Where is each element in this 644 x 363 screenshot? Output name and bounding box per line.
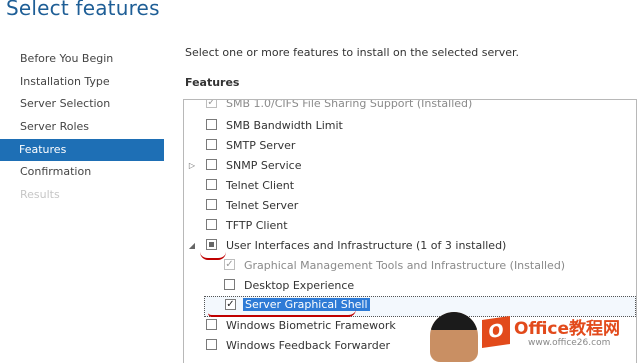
nav-item-results: Results [20, 188, 60, 202]
feature-label: Windows Biometric Framework [226, 319, 396, 332]
feature-row-desktop-experience[interactable]: Desktop Experience [184, 277, 624, 296]
nav-item-server-roles[interactable]: Server Roles [0, 116, 164, 139]
feature-label: SNMP Service [226, 159, 302, 172]
feature-checkbox[interactable] [206, 339, 217, 350]
feature-label: SMB Bandwidth Limit [226, 119, 343, 132]
feature-label: Windows Feedback Forwarder [226, 339, 391, 352]
feature-label: TFTP Client [226, 219, 288, 232]
feature-checkbox[interactable] [206, 179, 217, 190]
red-underline-annotation [208, 309, 356, 317]
nav-item-confirmation[interactable]: Confirmation [0, 161, 164, 184]
feature-row-tftp[interactable]: TFTP Client [184, 217, 624, 236]
feature-label: SMTP Server [226, 139, 296, 152]
watermark: O Office教程网 www.office26.com [430, 300, 644, 362]
feature-row-smb-bandwidth[interactable]: SMB Bandwidth Limit [184, 117, 624, 136]
feature-checkbox[interactable] [224, 279, 235, 290]
feature-row-user-interfaces[interactable]: ◢ User Interfaces and Infrastructure (1 … [184, 237, 624, 256]
feature-checkbox[interactable] [206, 159, 217, 170]
feature-checkbox[interactable] [206, 199, 217, 210]
person-photo [430, 312, 478, 362]
instruction-text: Select one or more features to install o… [185, 46, 520, 59]
page-title: Select features [6, 0, 160, 20]
feature-label: SMB 1.0/CIFS File Sharing Support (Insta… [226, 99, 473, 110]
feature-checkbox[interactable] [206, 139, 217, 150]
feature-label: User Interfaces and Infrastructure (1 of… [226, 239, 507, 252]
nav-item-installation-type[interactable]: Installation Type [0, 71, 164, 94]
feature-checkbox[interactable] [206, 239, 217, 250]
feature-checkbox[interactable] [224, 259, 235, 270]
feature-checkbox[interactable] [206, 100, 217, 108]
expand-triangle-icon[interactable]: ▷ [188, 161, 196, 171]
feature-label: Desktop Experience [244, 279, 355, 292]
nav-item-before-you-begin[interactable]: Before You Begin [0, 48, 164, 71]
feature-row-smb1[interactable]: SMB 1.0/CIFS File Sharing Support (Insta… [184, 99, 624, 114]
wizard-nav: Before You Begin Installation Type Serve… [0, 48, 164, 207]
collapse-triangle-icon[interactable]: ◢ [188, 241, 196, 251]
feature-row-graphical-mgmt[interactable]: Graphical Management Tools and Infrastru… [184, 257, 624, 276]
feature-label: Graphical Management Tools and Infrastru… [244, 259, 566, 272]
red-underline-annotation [200, 252, 226, 260]
nav-item-server-selection[interactable]: Server Selection [0, 93, 164, 116]
features-heading: Features [185, 76, 240, 89]
feature-row-snmp[interactable]: ▷ SNMP Service [184, 157, 624, 176]
office-logo-icon: O [482, 316, 510, 348]
watermark-name: Office教程网 [514, 319, 621, 339]
feature-checkbox[interactable] [206, 219, 217, 230]
feature-checkbox[interactable] [206, 319, 217, 330]
feature-row-smtp[interactable]: SMTP Server [184, 137, 624, 156]
feature-checkbox[interactable] [206, 119, 217, 130]
feature-row-telnet-client[interactable]: Telnet Client [184, 177, 624, 196]
feature-label: Telnet Client [226, 179, 295, 192]
watermark-url: www.office26.com [528, 338, 611, 348]
nav-item-features[interactable]: Features [0, 138, 164, 162]
feature-label: Telnet Server [226, 199, 299, 212]
feature-row-telnet-server[interactable]: Telnet Server [184, 197, 624, 216]
